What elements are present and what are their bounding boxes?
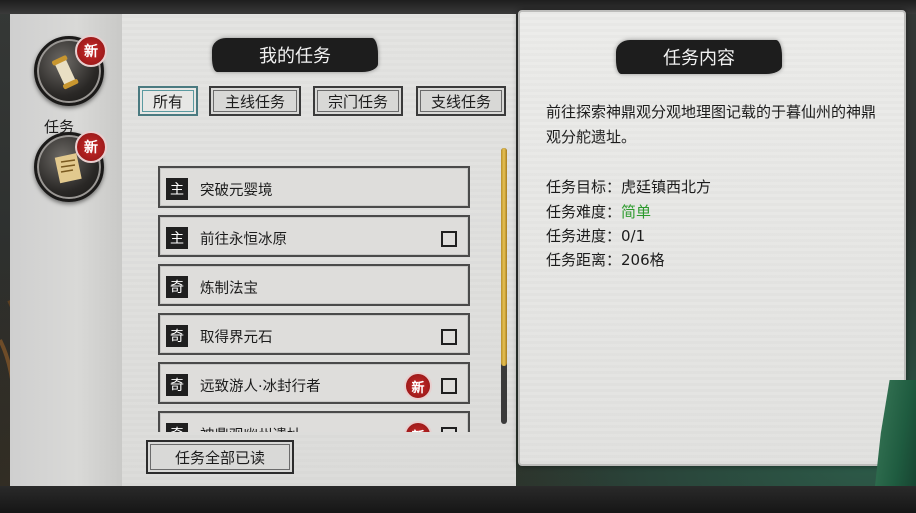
track-checkbox[interactable]: [441, 231, 457, 247]
quest-target-label: 任务目标：: [546, 178, 622, 196]
bottom-strip: [0, 486, 916, 513]
quest-type-tag: 奇: [166, 276, 188, 298]
scrollbar-thumb[interactable]: [501, 148, 507, 366]
filter-side[interactable]: 支线任务: [416, 86, 506, 116]
quest-type-tag: 奇: [166, 423, 188, 432]
new-badge: 新: [75, 131, 107, 163]
mark-all-read-button[interactable]: 任务全部已读: [146, 440, 294, 474]
quest-row[interactable]: 奇 取得界元石: [158, 313, 470, 355]
quest-type-tag: 主: [166, 227, 188, 249]
quest-description: 前往探索神鼎观分观地理图记载的于暮仙州的神鼎观分舵遗址。: [546, 103, 877, 146]
quest-name: 突破元婴境: [200, 183, 273, 199]
quest-row[interactable]: 主 前往永恒冰原: [158, 215, 470, 257]
quest-distance-value: 206格: [621, 251, 665, 269]
quest-row[interactable]: 奇 神鼎观幽州遗址 新: [158, 411, 470, 432]
quest-name: 取得界元石: [200, 330, 273, 346]
quest-target: 任务目标：虎廷镇西北方: [546, 176, 711, 197]
quest-type-tag: 奇: [166, 325, 188, 347]
tab-quests[interactable]: 新: [34, 35, 107, 106]
filter-all[interactable]: 所有: [138, 86, 198, 116]
quest-row[interactable]: 奇 远致游人·冰封行者 新: [158, 362, 470, 404]
quest-name: 前往永恒冰原: [200, 232, 287, 248]
quest-progress-label: 任务进度：: [546, 227, 622, 245]
quest-distance-label: 任务距离：: [546, 251, 622, 269]
quest-row[interactable]: 主 突破元婴境: [158, 166, 470, 208]
quest-name: 神鼎观幽州遗址: [200, 424, 302, 432]
quest-difficulty-value: 简单: [621, 203, 652, 221]
tab-letters[interactable]: 新: [34, 131, 107, 202]
tab-sidebar: 新 任务 新: [10, 14, 124, 486]
track-checkbox[interactable]: [441, 378, 457, 394]
quest-difficulty-label: 任务难度：: [546, 203, 622, 221]
quest-difficulty: 任务难度：简单: [546, 201, 651, 222]
quest-name: 远致游人·冰封行者: [200, 379, 321, 395]
new-badge: 新: [404, 372, 432, 400]
quest-progress: 任务进度：0/1: [546, 225, 645, 246]
new-badge: 新: [404, 421, 432, 432]
track-checkbox[interactable]: [441, 427, 457, 432]
quest-list: 主 突破元婴境 主 前往永恒冰原 奇 炼制法宝 奇 取得界元石 奇 远致游人·冰…: [158, 166, 470, 432]
quest-detail-title: 任务内容: [616, 40, 782, 74]
my-quests-title: 我的任务: [212, 38, 378, 72]
new-badge: 新: [75, 35, 107, 67]
quest-row[interactable]: 奇 炼制法宝: [158, 264, 470, 306]
quest-detail-panel: 任务内容 前往探索神鼎观分观地理图记载的于暮仙州的神鼎观分舵遗址。 任务目标：虎…: [518, 10, 906, 466]
quest-progress-value: 0/1: [621, 227, 646, 245]
quest-target-value: 虎廷镇西北方: [621, 178, 712, 196]
filter-main[interactable]: 主线任务: [209, 86, 301, 116]
quest-distance: 任务距离：206格: [546, 249, 665, 270]
quest-name: 炼制法宝: [200, 281, 258, 297]
track-checkbox[interactable]: [441, 329, 457, 345]
quest-type-tag: 奇: [166, 374, 188, 396]
quest-type-tag: 主: [166, 178, 188, 200]
filter-sect[interactable]: 宗门任务: [313, 86, 403, 116]
